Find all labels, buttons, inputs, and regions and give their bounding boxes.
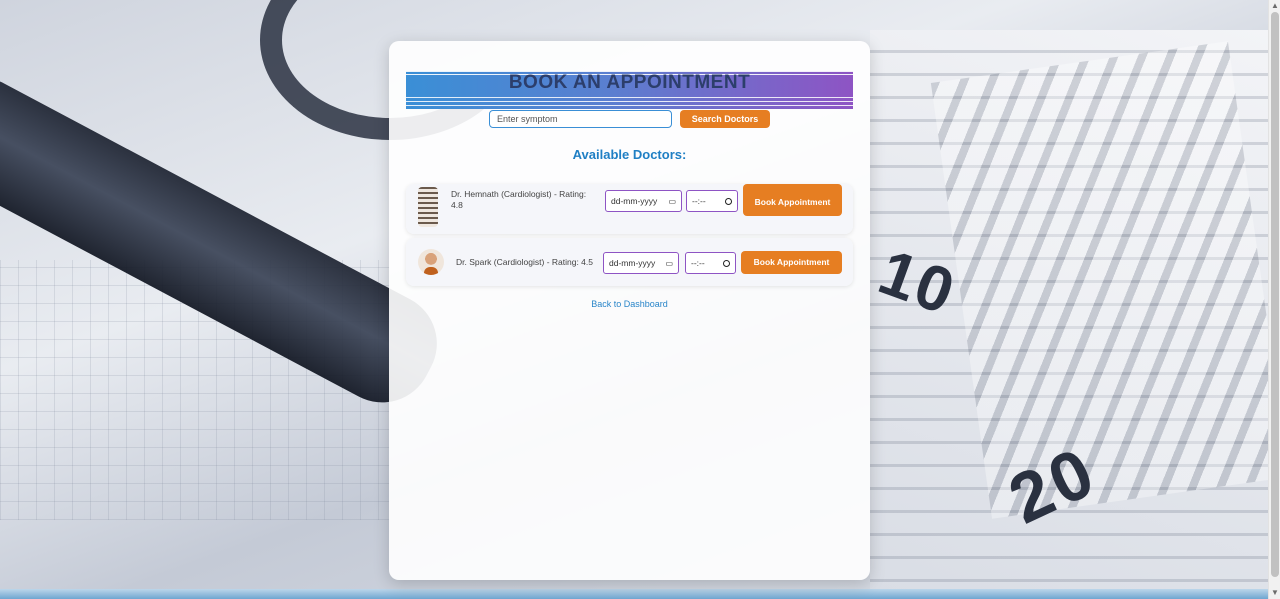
date-placeholder: dd-mm-yyyy	[611, 196, 658, 206]
avatar	[418, 187, 438, 227]
search-doctors-button[interactable]: Search Doctors	[680, 110, 770, 128]
doctor-row: Dr. Spark (Cardiologist) - Rating: 4.5 d…	[406, 238, 853, 286]
calendar-icon[interactable]: ▭	[665, 259, 673, 268]
page-title: BOOK AN APPOINTMENT	[508, 72, 751, 93]
doctor-label: Dr. Hemnath (Cardiologist) - Rating: 4.8	[451, 189, 587, 210]
scroll-up-icon[interactable]: ▲	[1271, 2, 1279, 10]
doctor-row: Dr. Hemnath (Cardiologist) - Rating: 4.8…	[406, 184, 853, 234]
appointment-time-input[interactable]: --:--	[685, 252, 736, 274]
appointment-date-input[interactable]: dd-mm-yyyy ▭	[605, 190, 682, 212]
clock-icon[interactable]	[725, 197, 732, 205]
doctor-label: Dr. Spark (Cardiologist) - Rating: 4.5	[456, 257, 593, 267]
available-doctors-heading: Available Doctors:	[572, 147, 687, 162]
search-row: Search Doctors	[489, 110, 771, 144]
appointment-time-input[interactable]: --:--	[686, 190, 738, 212]
back-to-dashboard-link[interactable]: Back to Dashboard	[389, 299, 870, 309]
avatar	[418, 249, 444, 275]
calendar-icon[interactable]: ▭	[668, 197, 676, 206]
date-placeholder: dd-mm-yyyy	[609, 258, 656, 268]
notebook-spiral	[930, 41, 1268, 519]
appointment-date-input[interactable]: dd-mm-yyyy ▭	[603, 252, 679, 274]
time-placeholder: --:--	[692, 196, 706, 206]
scroll-down-icon[interactable]: ▼	[1271, 589, 1279, 597]
book-appointment-button[interactable]: Book Appointment	[743, 184, 842, 216]
bottom-bar	[0, 589, 1268, 599]
book-appointment-button[interactable]: Book Appointment	[741, 251, 842, 274]
time-placeholder: --:--	[691, 258, 705, 268]
clock-icon[interactable]	[723, 259, 730, 267]
scrollbar[interactable]: ▲ ▼	[1268, 0, 1280, 599]
appointment-card: BOOK AN APPOINTMENT Search Doctors Avail…	[389, 41, 870, 580]
symptom-input[interactable]	[489, 110, 672, 128]
scrollbar-thumb[interactable]	[1271, 12, 1279, 577]
